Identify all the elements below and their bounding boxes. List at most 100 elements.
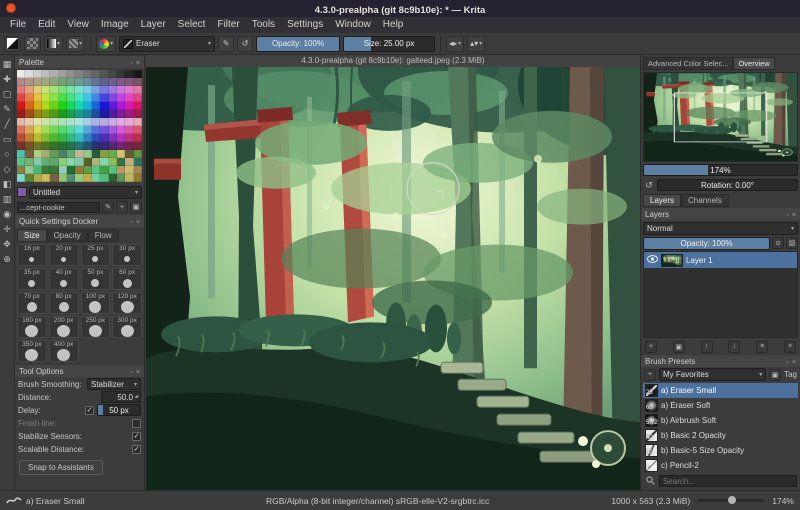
add-tag-button[interactable]: + (644, 368, 656, 381)
palette-swatch[interactable] (125, 70, 134, 78)
color-sampler-tool[interactable]: ◉ (0, 207, 14, 222)
palette-swatch[interactable] (91, 134, 101, 142)
brush-size-25[interactable]: 25 px (80, 244, 111, 266)
palette-swatch[interactable] (83, 166, 92, 174)
palette-swatch[interactable] (25, 70, 34, 78)
palette-swatch[interactable] (25, 118, 34, 126)
palette-swatch[interactable] (75, 102, 84, 110)
palette-swatch[interactable] (108, 126, 117, 134)
layer-opacity-slider[interactable]: Opacity: 100% (643, 236, 770, 250)
palette-options-button[interactable]: ▣ (130, 201, 142, 213)
distance-spinbox[interactable]: 50.0 ▴▾ (101, 391, 141, 403)
palette-swatch[interactable] (116, 126, 126, 134)
palette-swatch[interactable] (41, 174, 51, 182)
preset-b-basic-5-size-opacity[interactable]: 40 b) Basic-5 Size Opacity (643, 443, 798, 458)
palette-swatch[interactable] (58, 150, 67, 158)
palette-swatch[interactable] (116, 110, 126, 118)
scalable-distance-checkbox[interactable]: ✓ (132, 444, 141, 454)
palette-swatch[interactable] (50, 126, 59, 134)
palette-swatch[interactable] (133, 110, 142, 118)
menu-edit[interactable]: Edit (32, 17, 61, 33)
palette-swatch[interactable] (66, 94, 76, 102)
pan-tool[interactable]: ✥ (0, 237, 14, 252)
palette-swatch[interactable] (41, 118, 51, 126)
brush-editor-button[interactable]: ▾ (96, 35, 117, 52)
palette-swatch[interactable] (66, 126, 76, 134)
palette-swatch[interactable] (100, 110, 109, 118)
layer-row[interactable]: Layer 1 (644, 252, 797, 268)
palette-swatch[interactable] (75, 78, 84, 86)
palette-swatch[interactable] (17, 134, 26, 142)
menu-window[interactable]: Window (329, 17, 377, 33)
close-docker-icon[interactable]: × (136, 369, 140, 376)
palette-swatch[interactable] (125, 86, 134, 94)
palette-swatch[interactable] (125, 94, 134, 102)
close-docker-icon[interactable]: × (792, 212, 796, 219)
brush-size-80[interactable]: 80 px (48, 292, 79, 314)
palette-swatch[interactable] (75, 142, 84, 150)
tab-overview[interactable]: Overview (733, 57, 775, 70)
brush-size-50[interactable]: 50 px (80, 268, 111, 290)
palette-swatch[interactable] (33, 150, 42, 158)
palette-swatch[interactable] (66, 118, 76, 126)
brush-size-30[interactable]: 30 px (112, 244, 142, 266)
brush-size-70[interactable]: 70 px (17, 292, 47, 314)
pattern-chooser-button[interactable] (24, 35, 41, 52)
brush-size-400[interactable]: 400 px (48, 340, 79, 362)
palette-swatch[interactable] (125, 166, 134, 174)
move-layer-down-button[interactable]: ↓ (728, 340, 741, 353)
palette-swatch[interactable] (83, 158, 92, 166)
palette-swatch[interactable] (25, 94, 34, 102)
palette-swatch[interactable] (125, 126, 134, 134)
float-docker-icon[interactable]: ▫ (130, 219, 132, 226)
palette-swatch[interactable] (83, 118, 92, 126)
palette-swatch[interactable] (108, 94, 117, 102)
palette-swatch[interactable] (116, 174, 126, 182)
brush-size-200[interactable]: 200 px (48, 316, 79, 338)
brush-size-300[interactable]: 300 px (112, 316, 142, 338)
palette-swatch[interactable] (91, 118, 101, 126)
tag-filter-select[interactable]: My Favorites ▾ (659, 368, 767, 381)
palette-swatch[interactable] (33, 102, 42, 110)
close-docker-icon[interactable]: × (136, 60, 140, 67)
palette-swatch[interactable] (58, 158, 67, 166)
window-close-button[interactable] (6, 3, 16, 13)
palette-swatch[interactable] (83, 142, 92, 150)
palette-swatch[interactable] (116, 102, 126, 110)
stabilize-sensors-checkbox[interactable]: ✓ (132, 431, 141, 441)
palette-swatch[interactable] (25, 78, 34, 86)
palette-swatch[interactable] (17, 70, 26, 78)
preset-b-airbrush-soft[interactable]: 5.72 b) Airbrush Soft (643, 413, 798, 428)
preset-a-eraser-soft[interactable]: 60 a) Eraser Soft (643, 398, 798, 413)
palette-swatch[interactable] (33, 110, 42, 118)
palette-swatch[interactable] (66, 174, 76, 182)
transform-tool[interactable]: ▦ (0, 57, 14, 72)
palette-swatch[interactable] (100, 174, 109, 182)
finish-line-checkbox[interactable] (132, 418, 141, 428)
palette-swatch[interactable] (108, 78, 117, 86)
overview-zoom-slider[interactable]: 174% (643, 164, 798, 176)
spin-arrows-icon[interactable]: ▴▾ (135, 394, 139, 400)
palette-swatch[interactable] (25, 86, 34, 94)
rotate-canvas-icon[interactable]: ↺ (643, 180, 655, 191)
palette-swatch[interactable] (75, 166, 84, 174)
palette-file-field[interactable]: ...cept-cookie (17, 201, 100, 213)
palette-swatch[interactable] (83, 174, 92, 182)
palette-swatch[interactable] (33, 78, 42, 86)
palette-swatch[interactable] (50, 78, 59, 86)
palette-swatch[interactable] (33, 70, 42, 78)
duplicate-layer-button[interactable]: ▣ (672, 340, 685, 353)
palette-swatch[interactable] (133, 118, 142, 126)
menu-view[interactable]: View (61, 17, 95, 33)
polygon-tool[interactable]: ◇ (0, 162, 14, 177)
edit-palette-button[interactable]: ✎ (102, 201, 114, 213)
palette-swatch[interactable] (100, 142, 109, 150)
add-layer-button[interactable]: + (645, 340, 657, 353)
palette-swatch[interactable] (41, 78, 51, 86)
rotation-slider[interactable]: Rotation: 0.00° (657, 179, 798, 191)
float-docker-icon[interactable]: ▫ (130, 369, 132, 376)
palette-swatch[interactable] (133, 70, 142, 78)
float-docker-icon[interactable]: ▫ (130, 60, 132, 67)
palette-swatch[interactable] (108, 158, 117, 166)
palette-swatch[interactable] (75, 158, 84, 166)
